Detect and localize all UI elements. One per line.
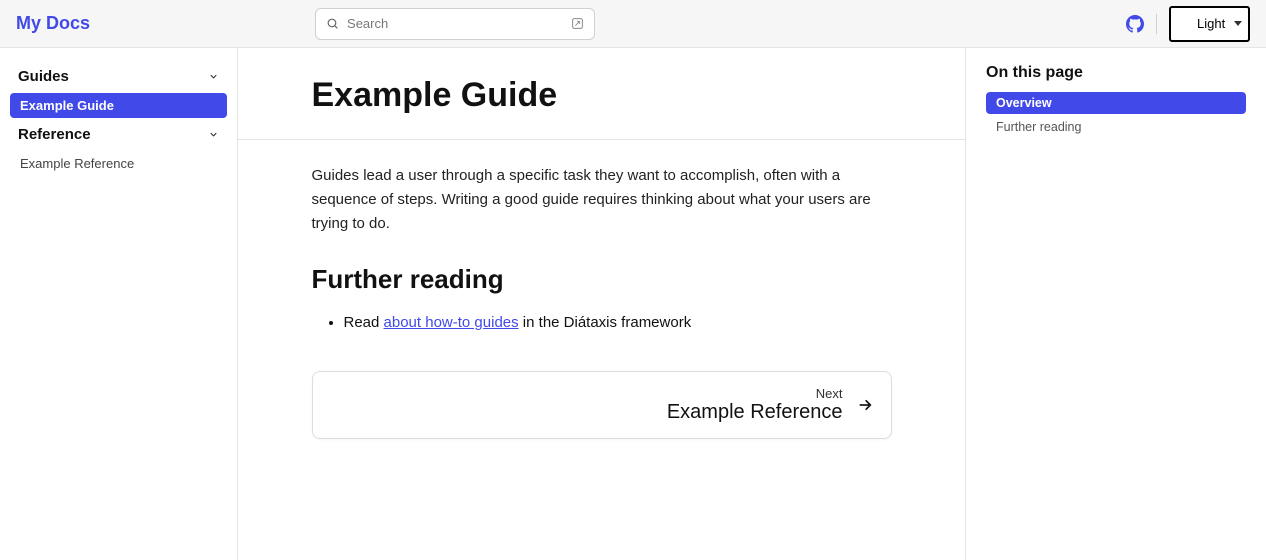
- chevron-down-icon: [208, 71, 219, 82]
- arrow-right-icon: [857, 397, 873, 413]
- main-content: Example Guide Guides lead a user through…: [238, 48, 966, 560]
- top-header: My Docs Search Light: [0, 0, 1266, 48]
- divider: [238, 139, 966, 140]
- list-item: Read about how-to guides in the Diátaxis…: [344, 311, 892, 335]
- toc-title: On this page: [986, 64, 1246, 82]
- github-icon[interactable]: [1126, 15, 1144, 33]
- next-title: Example Reference: [667, 401, 843, 424]
- next-page-card[interactable]: Next Example Reference: [312, 371, 892, 439]
- search-icon: [326, 17, 339, 30]
- sidebar-group-label: Guides: [18, 68, 69, 85]
- sidebar-group-label: Reference: [18, 126, 91, 143]
- site-title[interactable]: My Docs: [16, 13, 90, 34]
- sidebar-group-reference[interactable]: Reference: [10, 120, 227, 149]
- next-label: Next: [667, 386, 843, 401]
- shortcut-icon: [571, 17, 584, 30]
- page-title: Example Guide: [312, 48, 892, 139]
- sidebar-item-example-reference[interactable]: Example Reference: [10, 151, 227, 176]
- bullet-suffix-text: in the Diátaxis framework: [519, 314, 692, 331]
- search-button[interactable]: Search: [315, 8, 595, 40]
- sidebar-item-example-guide[interactable]: Example Guide: [10, 93, 227, 118]
- divider: [1156, 14, 1157, 34]
- toc-item-further-reading[interactable]: Further reading: [986, 116, 1246, 138]
- toc-item-overview[interactable]: Overview: [986, 92, 1246, 114]
- section-further-reading: Further reading: [312, 264, 892, 295]
- intro-paragraph: Guides lead a user through a specific ta…: [312, 164, 892, 236]
- bullet-prefix-text: Read: [344, 314, 384, 331]
- sidebar-nav: Guides Example Guide Reference Example R…: [0, 48, 238, 560]
- theme-selector[interactable]: Light: [1169, 6, 1250, 42]
- search-placeholder: Search: [347, 16, 571, 31]
- sidebar-group-guides[interactable]: Guides: [10, 62, 227, 91]
- table-of-contents: On this page Overview Further reading: [966, 48, 1266, 560]
- chevron-down-icon: [208, 129, 219, 140]
- how-to-guides-link[interactable]: about how-to guides: [384, 314, 519, 331]
